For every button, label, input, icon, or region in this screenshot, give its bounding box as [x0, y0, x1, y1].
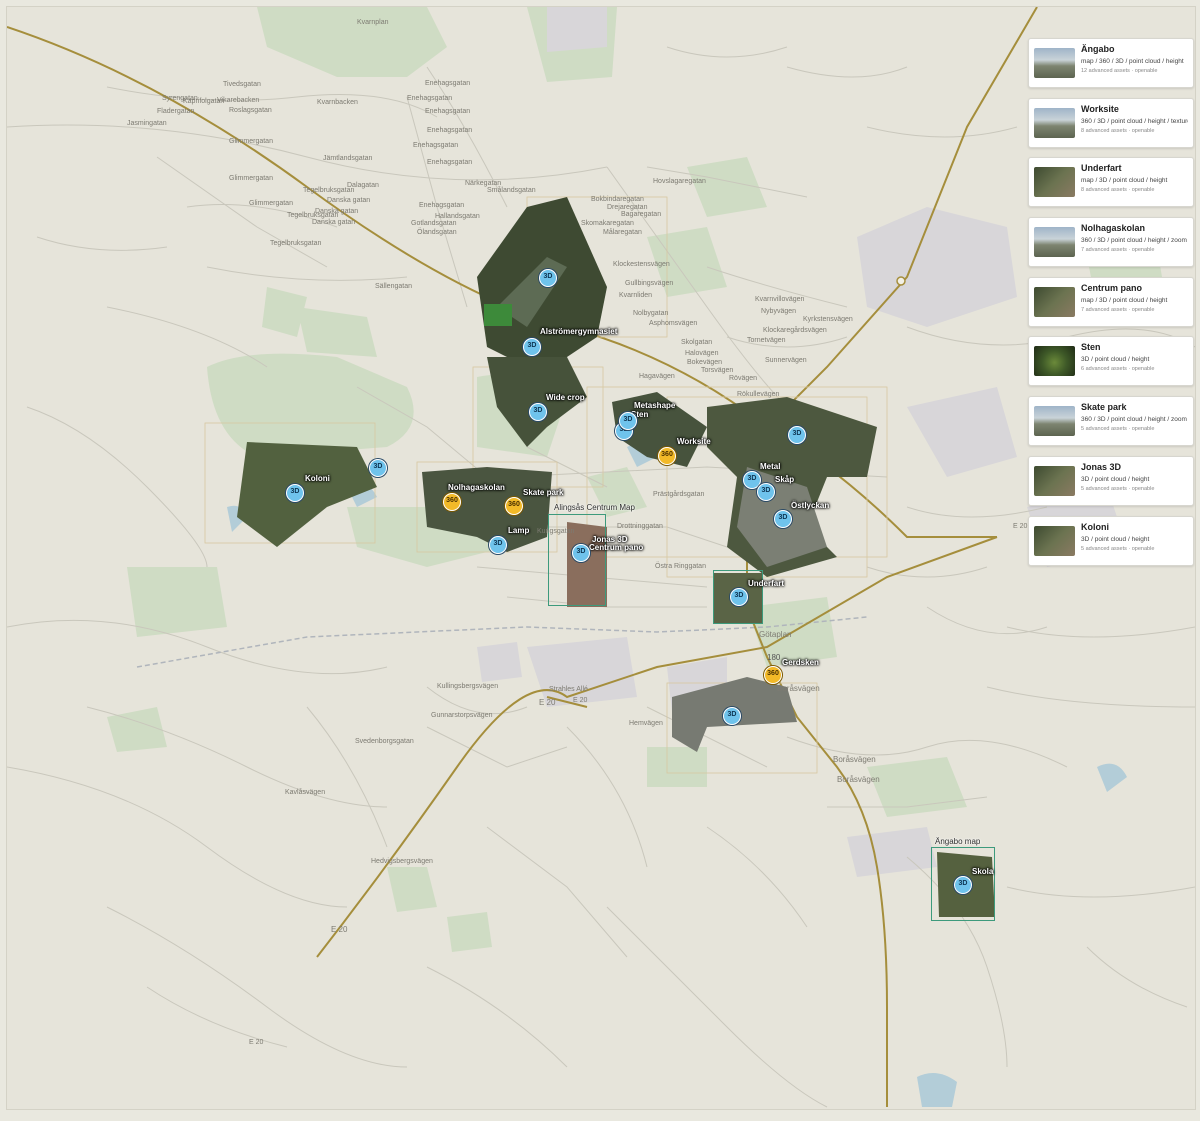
asset-text: Koloni 3D / point cloud / height 5 advance… — [1081, 521, 1188, 552]
marker-3d[interactable]: 3D — [539, 269, 557, 287]
asset-thumbnail — [1034, 107, 1075, 138]
asset-card[interactable]: Jonas 3D 3D / point cloud / height 5 advan… — [1028, 455, 1194, 506]
asset-thumbnail — [1034, 286, 1075, 317]
asset-types: map / 360 / 3D / point cloud / height — [1081, 58, 1184, 65]
asset-types: map / 3D / point cloud / height — [1081, 177, 1168, 185]
marker-3d[interactable]: 3D — [369, 459, 387, 477]
poi-label-koloni[interactable]: Koloni — [305, 474, 330, 483]
asset-types: 3D / point cloud / height — [1081, 535, 1150, 543]
asset-name: Koloni — [1081, 521, 1109, 532]
angabo-map-title[interactable]: Ängabo map — [935, 837, 980, 846]
asset-types: 360 / 3D / point cloud / height / zoom — [1081, 237, 1187, 245]
marker-3d[interactable]: 3D — [523, 338, 541, 356]
asset-types: 360 / 3D / point cloud / height / zoom — [1081, 416, 1187, 424]
asset-card[interactable]: Centrum pano map / 3D / point cloud / hei… — [1028, 276, 1194, 327]
asset-types: 360 / 3D / point cloud / height / textur… — [1081, 117, 1188, 125]
asset-meta: 5 advanced assets · openable — [1081, 426, 1155, 433]
poi-label-wide-crop[interactable]: Wide crop — [546, 393, 585, 402]
asset-card[interactable]: Koloni 3D / point cloud / height 5 advance… — [1028, 515, 1194, 566]
asset-name: Worksite — [1081, 103, 1119, 114]
asset-list-panel: Ängabo map / 360 / 3D / point cloud / hei… — [1028, 38, 1194, 575]
poi-label-centrum-pano[interactable]: Centrum pano — [589, 543, 643, 552]
asset-text: Sten 3D / point cloud / height 6 advanced … — [1081, 341, 1188, 372]
asset-name: Jonas 3D — [1081, 461, 1122, 472]
marker-3d[interactable]: 3D — [774, 510, 792, 528]
asset-meta: 5 advanced assets · openable — [1081, 545, 1155, 552]
marker-3d[interactable]: 3D — [286, 484, 304, 502]
asset-text: Underfart map / 3D / point cloud / height… — [1081, 162, 1188, 193]
poi-label-gerdsken[interactable]: Gerdsken — [782, 658, 819, 667]
asset-text: Skate park 360 / 3D / point cloud / heigh… — [1081, 401, 1188, 432]
asset-meta: 6 advanced assets · openable — [1081, 366, 1155, 373]
asset-card[interactable]: Underfart map / 3D / point cloud / height… — [1028, 157, 1194, 208]
marker-3d[interactable]: 3D — [788, 426, 806, 444]
marker-360[interactable]: 360 — [443, 493, 461, 511]
asset-card[interactable]: Worksite 360 / 3D / point cloud / height … — [1028, 97, 1194, 148]
marker-360[interactable]: 360 — [505, 497, 523, 515]
asset-types: 3D / point cloud / height — [1081, 356, 1150, 364]
asset-thumbnail — [1034, 465, 1075, 496]
asset-meta: 12 advanced assets · openable — [1081, 68, 1158, 74]
marker-3d[interactable]: 3D — [529, 403, 547, 421]
map-canvas[interactable]: Kvarnplan Tivedsgatan Syrengatan Kaprifo… — [6, 6, 1196, 1110]
marker-3d[interactable]: 3D — [572, 544, 590, 562]
asset-types: map / 3D / point cloud / height — [1081, 296, 1168, 304]
asset-meta: 7 advanced assets · openable — [1081, 306, 1155, 313]
poi-label-lamp[interactable]: Lamp — [508, 526, 529, 535]
asset-thumbnail — [1034, 227, 1075, 258]
asset-meta: 8 advanced assets · openable — [1081, 127, 1155, 134]
asset-card[interactable]: Skate park 360 / 3D / point cloud / heigh… — [1028, 396, 1194, 447]
poi-label-underfart[interactable]: Underfart — [748, 579, 784, 588]
asset-meta: 5 advanced assets · openable — [1081, 485, 1155, 492]
poi-label-metashape[interactable]: Metashape — [634, 401, 675, 410]
asset-name: Underfart — [1081, 163, 1122, 174]
poi-label-worksite[interactable]: Worksite — [677, 437, 711, 446]
poi-label-nolhagaskolan[interactable]: Nolhagaskolan — [448, 483, 505, 492]
asset-meta: 8 advanced assets · openable — [1081, 187, 1155, 194]
poi-label-skap[interactable]: Skåp — [775, 475, 794, 484]
asset-thumbnail — [1034, 406, 1075, 437]
marker-3d[interactable]: 3D — [723, 707, 741, 725]
asset-text: Nolhagaskolan 360 / 3D / point cloud / he… — [1081, 222, 1188, 253]
roundabout — [896, 276, 906, 286]
centrum-map-title[interactable]: Alingsås Centrum Map — [554, 503, 635, 512]
asset-text: Worksite 360 / 3D / point cloud / height … — [1081, 103, 1188, 134]
asset-card[interactable]: Nolhagaskolan 360 / 3D / point cloud / he… — [1028, 217, 1194, 268]
marker-360[interactable]: 360 — [764, 666, 782, 684]
poi-label-alstromergymnasiet[interactable]: Alströmergymnasiet — [540, 327, 617, 336]
asset-name: Nolhagaskolan — [1081, 223, 1146, 234]
asset-card[interactable]: Sten 3D / point cloud / height 6 advanced … — [1028, 336, 1194, 387]
asset-name: Sten — [1081, 342, 1101, 353]
poi-label-skola[interactable]: Skola — [972, 867, 993, 876]
asset-name: Centrum pano — [1081, 282, 1143, 293]
asset-text: Ängabo map / 360 / 3D / point cloud / hei… — [1081, 43, 1188, 74]
poi-label-metal[interactable]: Metal — [760, 462, 780, 471]
poi-label-ostlyckan[interactable]: Östlyckan — [791, 501, 829, 510]
asset-meta: 7 advanced assets · openable — [1081, 247, 1155, 254]
marker-3d[interactable]: 3D — [954, 876, 972, 894]
marker-360[interactable]: 360 — [658, 447, 676, 465]
marker-3d[interactable]: 3D — [619, 412, 637, 430]
marker-3d[interactable]: 3D — [730, 588, 748, 606]
asset-types: 3D / point cloud / height — [1081, 475, 1150, 483]
marker-3d[interactable]: 3D — [757, 483, 775, 501]
asset-thumbnail — [1034, 48, 1075, 78]
asset-name: Ängabo — [1081, 44, 1115, 54]
asset-text: Centrum pano map / 3D / point cloud / hei… — [1081, 282, 1188, 313]
asset-thumbnail — [1034, 525, 1075, 556]
poi-label-skate-park[interactable]: Skate park — [523, 488, 563, 497]
asset-name: Skate park — [1081, 402, 1127, 413]
asset-thumbnail — [1034, 346, 1075, 377]
asset-card[interactable]: Ängabo map / 360 / 3D / point cloud / hei… — [1028, 38, 1194, 88]
asset-thumbnail — [1034, 167, 1075, 198]
marker-3d[interactable]: 3D — [489, 536, 507, 554]
asset-text: Jonas 3D 3D / point cloud / height 5 advan… — [1081, 461, 1188, 492]
